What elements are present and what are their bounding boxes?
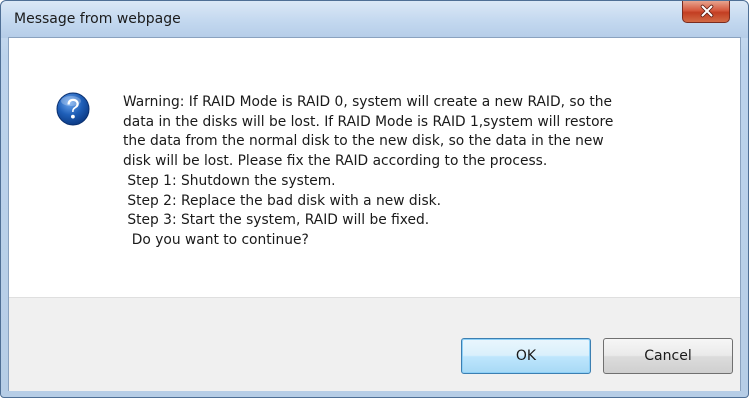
message-line: data in the disks will be lost. If RAID … [123,113,614,130]
dialog-window: Message from webpage Warning: If RAID Mo… [0,0,749,398]
question-icon [56,92,90,126]
ok-button[interactable]: OK [461,338,591,374]
message-line: the data from the normal disk to the new… [123,133,604,150]
dialog-body: Warning: If RAID Mode is RAID 0, system … [8,37,741,391]
message-line: Step 2: Replace the bad disk with a new … [123,192,442,209]
dialog-message: Warning: If RAID Mode is RAID 0, system … [123,93,723,251]
close-icon [700,4,714,18]
message-line: Step 3: Start the system, RAID will be f… [123,212,430,229]
button-bar: OK Cancel [9,297,740,391]
message-line: Step 1: Shutdown the system. [123,172,336,189]
message-line: disk will be lost. Please fix the RAID a… [123,153,548,170]
window-title: Message from webpage [14,11,181,27]
message-line: Warning: If RAID Mode is RAID 0, system … [123,94,613,110]
title-bar[interactable]: Message from webpage [1,1,748,38]
message-line: Do you want to continue? [123,231,309,248]
close-button[interactable] [682,1,730,23]
cancel-button[interactable]: Cancel [603,338,733,374]
